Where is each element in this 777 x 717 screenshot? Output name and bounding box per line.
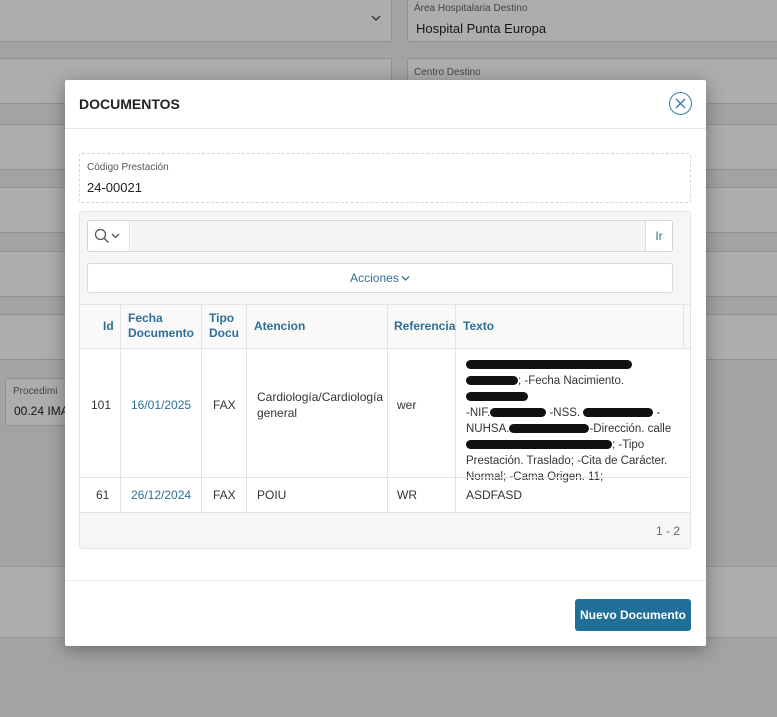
new-document-button[interactable]: Nuevo Documento [575,599,691,631]
redacted-block [466,392,528,402]
pagination-info: 1 - 2 [655,524,680,538]
row-atencion: POIU [257,488,287,502]
row-texto: ASDFASD [466,488,523,502]
dialog-header: DOCUMENTOS [65,80,706,129]
column-header-texto[interactable]: Texto [463,319,494,334]
row-tipo: FAX [213,398,236,412]
column-header-referencia[interactable]: Referencia [394,319,455,334]
redacted-block [466,376,518,386]
codigo-prestacion-value: 24-00021 [87,180,142,195]
redacted-block [466,360,632,370]
codigo-prestacion-label: Código Prestación [87,162,169,173]
chevron-down-icon [401,276,410,282]
column-header-id[interactable]: Id [103,319,114,334]
redacted-block [466,440,612,450]
redacted-block [509,424,590,434]
column-header-tipo-docu[interactable]: Tipo Docu [209,311,239,341]
chevron-down-icon [111,233,120,239]
documentos-report-region: Ir Acciones Id FechaDocumento TipoDocu [79,211,691,549]
dialog-title: DOCUMENTOS [79,96,180,112]
search-column-selector[interactable] [88,221,130,251]
actions-menu-button[interactable]: Acciones [87,263,673,293]
column-header-fecha-documento[interactable]: Fecha Documento [128,311,194,341]
row-fecha-link[interactable]: 16/01/2025 [131,397,191,413]
close-button[interactable] [669,92,692,115]
actions-label: Acciones [350,271,399,285]
row-tipo: FAX [213,488,236,502]
row-atencion: Cardiología/Cardiología general [257,390,384,420]
search-icon [94,228,120,243]
row-referencia: WR [397,488,417,502]
search-bar: Ir [87,220,673,252]
codigo-prestacion-field: Código Prestación 24-00021 [79,153,691,203]
redacted-block [490,408,547,418]
row-id: 61 [96,488,110,502]
documentos-table: Id Fecha Documento Tipo Docu Atencion Refe… [80,304,690,513]
redacted-block [583,408,654,418]
documentos-dialog: DOCUMENTOS Código Prestación 24-00021 Ir… [65,80,706,646]
close-icon [675,98,686,109]
search-input[interactable] [131,221,646,251]
row-texto: ; -Fecha Nacimiento. -NIF. -NSS. - NUHSA… [466,357,681,485]
column-header-atencion[interactable]: Atencion [254,319,305,334]
dialog-footer: Nuevo Documento [65,580,706,646]
row-referencia: wer [397,398,417,412]
row-fecha-link[interactable]: 26/12/2024 [131,487,191,503]
row-id: 101 [91,398,112,412]
go-button[interactable]: Ir [645,221,672,251]
